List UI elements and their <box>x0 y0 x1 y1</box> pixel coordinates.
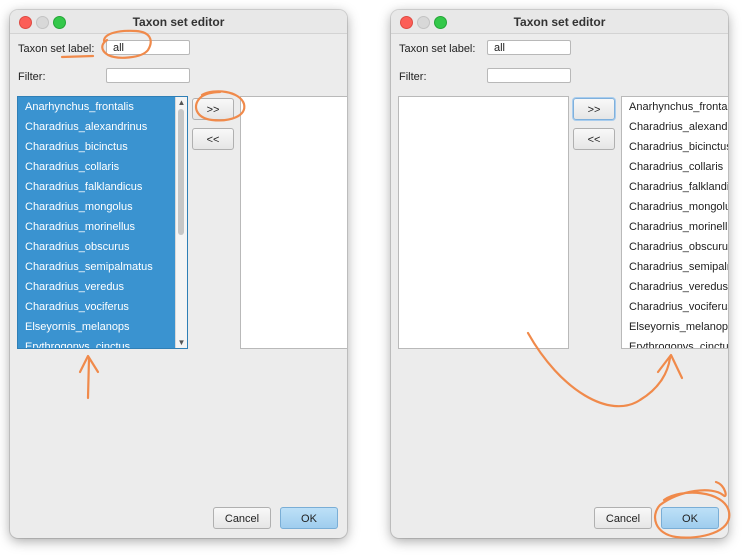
window-title: Taxon set editor <box>132 15 225 29</box>
filter-caption: Filter: <box>18 71 46 83</box>
list-item[interactable]: Erythrogonys_cinctus <box>622 337 728 348</box>
taxon-set-list[interactable] <box>240 96 347 349</box>
list-item[interactable]: Charadrius_veredus <box>18 277 187 297</box>
list-item[interactable]: Charadrius_collaris <box>622 157 728 177</box>
window-title: Taxon set editor <box>513 15 606 29</box>
add-taxa-button[interactable]: >> <box>192 98 234 120</box>
list-item[interactable]: Charadrius_obscurus <box>18 237 187 257</box>
taxon-set-label-input[interactable]: all <box>487 40 571 55</box>
taxon-set-list[interactable]: Anarhynchus_frontalis Charadrius_alexand… <box>621 96 728 349</box>
list-item[interactable]: Charadrius_mongolus <box>18 197 187 217</box>
list-item[interactable]: Charadrius_collaris <box>18 157 187 177</box>
scroll-thumb[interactable] <box>178 109 184 235</box>
list-item[interactable]: Elseyornis_melanops <box>622 317 728 337</box>
list-item[interactable]: Charadrius_mongolus <box>622 197 728 217</box>
list-item[interactable]: Charadrius_morinellus <box>622 217 728 237</box>
taxon-set-label-caption: Taxon set label: <box>18 43 95 55</box>
taxon-set-editor-window-before: Taxon set editor Taxon set label: all Fi… <box>10 10 347 538</box>
taxon-set-label-caption: Taxon set label: <box>399 43 476 55</box>
list-item[interactable]: Charadrius_alexandrinus <box>622 117 728 137</box>
filter-caption: Filter: <box>399 71 427 83</box>
list-item[interactable]: Charadrius_vociferus <box>622 297 728 317</box>
taxon-set-label-input[interactable]: all <box>106 40 190 55</box>
list-item[interactable]: Charadrius_vociferus <box>18 297 187 317</box>
remove-taxa-button[interactable]: << <box>192 128 234 150</box>
add-taxa-button[interactable]: >> <box>573 98 615 120</box>
list-item[interactable]: Charadrius_alexandrinus <box>18 117 187 137</box>
list-item[interactable]: Charadrius_falklandicus <box>622 177 728 197</box>
list-item[interactable]: Charadrius_obscurus <box>622 237 728 257</box>
list-item[interactable]: Charadrius_semipalmatus <box>622 257 728 277</box>
list-item[interactable]: Charadrius_bicinctus <box>18 137 187 157</box>
taxon-set-editor-window-after: Taxon set editor Taxon set label: all Fi… <box>391 10 728 538</box>
list-item[interactable]: Charadrius_morinellus <box>18 217 187 237</box>
filter-input[interactable] <box>106 68 190 83</box>
list-item[interactable]: Charadrius_bicinctus <box>622 137 728 157</box>
available-taxa-list[interactable]: Anarhynchus_frontalis Charadrius_alexand… <box>17 96 188 349</box>
list-scrollbar[interactable]: ▲ ▼ <box>175 97 187 348</box>
available-taxa-list[interactable] <box>398 96 569 349</box>
list-item[interactable]: Charadrius_semipalmatus <box>18 257 187 277</box>
cancel-button[interactable]: Cancel <box>594 507 652 529</box>
list-item[interactable]: Charadrius_veredus <box>622 277 728 297</box>
ok-button[interactable]: OK <box>661 507 719 529</box>
ok-button[interactable]: OK <box>280 507 338 529</box>
list-item[interactable]: Anarhynchus_frontalis <box>18 97 187 117</box>
cancel-button[interactable]: Cancel <box>213 507 271 529</box>
list-item[interactable]: Charadrius_falklandicus <box>18 177 187 197</box>
chevron-up-icon[interactable]: ▲ <box>176 97 187 108</box>
list-item[interactable]: Anarhynchus_frontalis <box>622 97 728 117</box>
title-bar: Taxon set editor <box>391 10 728 34</box>
chevron-down-icon[interactable]: ▼ <box>176 337 187 348</box>
filter-input[interactable] <box>487 68 571 83</box>
list-item[interactable]: Elseyornis_melanops <box>18 317 187 337</box>
title-bar: Taxon set editor <box>10 10 347 34</box>
remove-taxa-button[interactable]: << <box>573 128 615 150</box>
list-item[interactable]: Erythrogonys_cinctus <box>18 337 187 348</box>
